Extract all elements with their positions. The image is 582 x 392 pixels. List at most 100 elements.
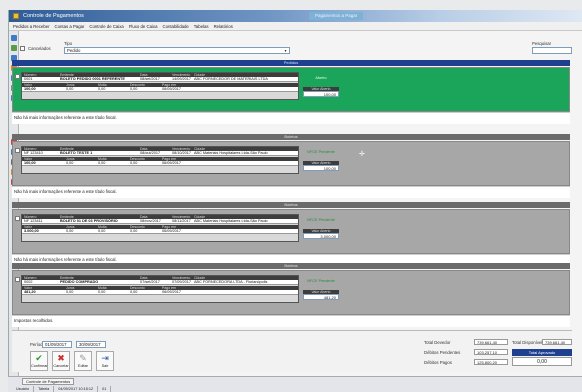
status-id: 01 [98,386,112,392]
card-valor: 100,00 [24,161,36,165]
title-bar: Controle de Pagamentos Pagamentos a Paga… [9,10,582,22]
card-valor: 3.000,00 [24,229,39,233]
date-to-input[interactable]: 30/09/2017 [76,341,106,348]
card-desconto: 0,00 [130,87,138,91]
card-pago-em: 06/09/2017 [162,161,182,165]
card-data: 08/out/2017 [140,151,161,155]
payment-card[interactable]: Número Emitente Data Vencimento Cidade 0001 BO… [12,67,570,112]
confirm-label: Confirmar [31,364,48,368]
card-note: Não há mais informações referente a este… [12,186,570,198]
card-select-checkbox[interactable] [15,216,20,221]
card-cidade: ABC FORNECEDOR DE MATERIAIS LTDA [194,77,268,81]
valor-aberto-value: 100,00 [303,165,339,171]
card-vencimento: 14/09/2017 [172,77,192,81]
card-multa: 0,00 [98,229,106,233]
card-data: 08/set/2017 [140,77,160,81]
chevron-down-icon[interactable]: ▾ [283,48,288,53]
card-note: Impostos recolhidos. [12,315,570,327]
card-multa: 0,00 [98,290,106,294]
status-badge: NFCE Pendente [303,150,339,160]
card-note: Não há mais informações referente a este… [12,112,570,124]
status-badge: NFCE Pendente [303,218,339,228]
card-data-row: NF 123410 BOLETO TESTE 1 08/out/2017 08/10/… [22,151,298,156]
payment-card[interactable]: Número Emitente Data Vencimento Cidade 0002 PE… [12,270,570,315]
card-data-row: 100,00 0,00 0,00 0,00 06/09/2017 [22,87,298,92]
status-box: NFCE Pendente Valor Aberto 481,20 [303,279,339,301]
card-details: Número Emitente Data Vencimento Cidade NF 123… [21,146,299,174]
status-table: Tabela [34,386,55,392]
cursor-icon: ✛ [359,151,365,158]
card-numero[interactable]: NF 123410 [24,151,43,156]
card-multa: 0,00 [98,87,106,91]
check-icon: ✔ [35,353,43,363]
boletos-separator: Boletos [12,202,570,208]
card-cidade: ABC Materiais Hospitalares Ltda-São Paul… [194,219,268,223]
app-icon [13,13,19,19]
total-devedor-value: 739.661,40 [474,339,508,345]
total-aprovado-label: Total Aprovado [512,349,572,356]
debitos-pendentes-value: 103.257,10 [474,349,508,355]
status-user: Usuário [12,386,35,392]
card-details: Número Emitente Data Vencimento Cidade 0001 BO… [21,72,299,100]
card-data-row: 0001 BOLETO PEDIDO 0001 REFERENTE 08/set/2… [22,77,298,82]
debitos-pagos-value: 125.800,20 [474,359,508,365]
total-devedor-label: Total Devedor [424,340,451,345]
tipo-select-value: Pedido [67,48,81,53]
card-desconto: 0,00 [130,290,138,294]
card-numero[interactable]: NF 123411 [24,219,43,224]
card-data-row: 100,00 0,00 0,00 0,00 06/09/2017 [22,161,298,166]
filter-bar: Cancelados Tipo Pedido ▾ Pesquisar [12,22,572,60]
valor-aberto-value: 100,00 [303,91,339,97]
status-datetime: 04/09/2017 10:15:12 [54,386,99,392]
cancel-button[interactable]: ✖ Cancelar [52,351,70,371]
boletos-separator: Boletos [12,263,570,269]
card-data-row: 0002 PEDIDO COMPRADO 07/set/2017 07/09/2017… [22,280,298,285]
card-select-checkbox[interactable] [15,148,20,153]
title-tab[interactable]: Pagamentos a Pagar [309,12,364,20]
cross-icon: ✖ [57,353,65,363]
card-multa: 0,00 [98,161,106,165]
card-numero[interactable]: 0002 [24,280,32,285]
edit-button[interactable]: ✎ Editar [74,351,92,371]
card-vencimento: 07/09/2017 [172,280,192,284]
total-aberto-label: Total Disponível [512,340,543,345]
card-data-row: 3.000,00 0,00 0,00 0,00 06/09/2017 [22,229,298,234]
valor-aberto-value: 481,20 [303,294,339,300]
debitos-pagos-label: Débitos Pagos [424,360,452,365]
card-select-checkbox[interactable] [15,277,20,282]
payment-card[interactable]: Número Emitente Data Vencimento Cidade NF 123… [12,209,570,254]
status-box: Aberto Valor Aberto 100,00 [303,76,339,98]
card-pago-em: 06/09/2017 [162,229,182,233]
confirm-button[interactable]: ✔ Confirmar [30,351,48,371]
footer-panel: Período 01/09/2017 30/09/2017 ✔ Confirma… [12,330,572,372]
card-emitente: BOLETO 01 DE 03 PROVISÓRIO [60,219,118,223]
edit-label: Editar [78,364,88,368]
cancel-label: Cancelar [53,364,69,368]
exit-label: Sair [101,364,109,368]
exit-button[interactable]: ⇥ Sair [96,351,114,371]
card-details: Número Emitente Data Vencimento Cidade NF 123… [21,214,299,242]
payment-card[interactable]: Número Emitente Data Vencimento Cidade NF 123… [12,141,570,186]
pedidos-header: Pedidos [12,60,570,66]
window-title: Controle de Pagamentos [23,13,84,19]
pencil-icon: ✎ [79,353,87,363]
cancelados-checkbox[interactable] [20,46,25,51]
tipo-select[interactable]: Pedido ▾ [64,47,290,54]
card-emitente: BOLETO PEDIDO 0001 REFERENTE [60,77,125,81]
card-cidade: ABC Materiais Hospitalares Ltda-São Paul… [194,151,268,155]
card-juros: 0,00 [66,87,74,91]
status-bar: Usuário Tabela 04/09/2017 10:15:12 01 [12,386,112,392]
card-juros: 0,00 [66,161,74,165]
exit-icon: ⇥ [101,353,109,363]
card-select-checkbox[interactable] [15,74,20,79]
card-pago-em: 06/09/2017 [162,290,182,294]
card-emitente: BOLETO TESTE 1 [60,151,93,155]
card-juros: 0,00 [66,229,74,233]
cancelados-label: Cancelados [28,46,51,51]
card-juros: 0,00 [66,290,74,294]
card-emitente: PEDIDO COMPRADO [60,280,99,284]
search-input[interactable] [532,47,572,54]
card-numero[interactable]: 0001 [24,77,32,82]
date-from-input[interactable]: 01/09/2017 [42,341,72,348]
taskbar-app-button[interactable]: Controle de Pagamentos [22,378,75,385]
